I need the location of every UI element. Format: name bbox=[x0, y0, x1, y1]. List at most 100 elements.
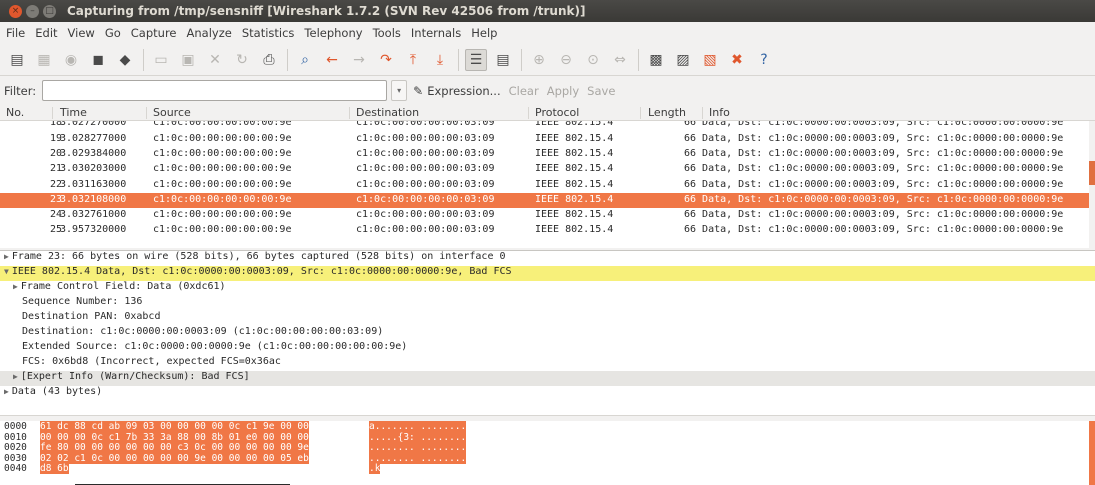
packet-row[interactable]: 22 3.031163000 c1:0c:00:00:00:00:00:9e c1:0… bbox=[0, 178, 1095, 193]
display-filters-icon[interactable]: ▨ bbox=[672, 49, 694, 71]
packet-row[interactable]: 23 3.032108000 c1:0c:00:00:00:00:00:9e c1:0… bbox=[0, 192, 1095, 208]
hex-bytes[interactable]: 02 02 c1 0c 00 00 00 00 00 9e 00 00 00 0… bbox=[40, 452, 309, 464]
preferences-icon[interactable]: ✖ bbox=[726, 49, 748, 71]
hex-row[interactable]: 0000 61 dc 88 cd ab 09 03 00 00 00 00 0c … bbox=[0, 421, 1095, 432]
packet-row[interactable]: 21 3.030203000 c1:0c:00:00:00:00:00:9e c1:0… bbox=[0, 162, 1095, 177]
expression-button[interactable]: Expression... bbox=[427, 84, 500, 98]
detail-tree-item[interactable]: ▶ Data (43 bytes) bbox=[0, 386, 1095, 401]
hex-ascii[interactable]: .k bbox=[369, 463, 381, 475]
go-back-icon[interactable]: ← bbox=[321, 49, 343, 71]
menu-analyze[interactable]: Analyze bbox=[187, 26, 232, 40]
collapse-arrow-icon[interactable]: ▼ bbox=[4, 267, 9, 276]
close-file-icon[interactable]: ✕ bbox=[204, 49, 226, 71]
column-header-info[interactable]: Info bbox=[709, 106, 730, 119]
normal-size-icon[interactable]: ⊙ bbox=[582, 49, 604, 71]
hex-bytes[interactable]: d8 6b bbox=[40, 463, 69, 475]
scrollbar-thumb[interactable] bbox=[1089, 161, 1095, 185]
menu-help[interactable]: Help bbox=[471, 26, 497, 40]
packet-row[interactable]: 19 3.028277000 c1:0c:00:00:00:00:00:9e c1:0… bbox=[0, 132, 1095, 147]
go-to-packet-icon[interactable]: ↷ bbox=[375, 49, 397, 71]
apply-button[interactable]: Apply bbox=[547, 84, 579, 98]
column-header-time[interactable]: Time bbox=[60, 106, 87, 119]
minimize-window-button[interactable]: – bbox=[26, 4, 39, 18]
packet-row[interactable]: 20 3.029384000 c1:0c:00:00:00:00:00:9e c1:0… bbox=[0, 147, 1095, 162]
interface-list-icon[interactable]: ▤ bbox=[6, 49, 28, 71]
print-icon[interactable]: ⎙ bbox=[258, 49, 280, 71]
expand-arrow-icon[interactable]: ▶ bbox=[13, 372, 18, 381]
go-first-icon[interactable]: ⤒ bbox=[402, 49, 424, 71]
go-forward-icon[interactable]: → bbox=[348, 49, 370, 71]
zoom-out-icon[interactable]: ⊖ bbox=[555, 49, 577, 71]
close-window-button[interactable]: × bbox=[9, 4, 22, 18]
capture-filters-icon[interactable]: ▩ bbox=[645, 49, 667, 71]
filter-input[interactable] bbox=[42, 80, 388, 101]
detail-tree-item[interactable]: Sequence Number: 136 bbox=[0, 296, 1095, 311]
start-capture-icon[interactable]: ◉ bbox=[60, 49, 82, 71]
column-header-no[interactable]: No. bbox=[6, 106, 24, 119]
packet-details-pane: ▶ Frame 23: 66 bytes on wire (528 bits), … bbox=[0, 250, 1095, 415]
find-packet-icon[interactable]: ⌕ bbox=[294, 49, 316, 71]
packet-list-scrollbar[interactable] bbox=[1089, 121, 1095, 248]
menu-statistics[interactable]: Statistics bbox=[242, 26, 295, 40]
column-header-source[interactable]: Source bbox=[153, 106, 191, 119]
clear-button[interactable]: Clear bbox=[509, 84, 539, 98]
expand-arrow-icon[interactable]: ▶ bbox=[13, 282, 18, 291]
column-header-length[interactable]: Length bbox=[648, 106, 686, 119]
save-file-icon[interactable]: ▣ bbox=[177, 49, 199, 71]
expression-icon[interactable]: ✎ bbox=[413, 84, 423, 98]
hex-bytes[interactable]: 00 00 00 0c c1 7b 33 3a 88 00 8b 01 e0 0… bbox=[40, 431, 309, 443]
menu-telephony[interactable]: Telephony bbox=[304, 26, 362, 40]
detail-tree-item[interactable]: Destination: c1:0c:0000:00:0003:09 (c1:0… bbox=[0, 326, 1095, 341]
detail-tree-item[interactable]: ▶ [Expert Info (Warn/Checksum): Bad FCS] bbox=[0, 371, 1095, 386]
menu-go[interactable]: Go bbox=[105, 26, 121, 40]
menu-edit[interactable]: Edit bbox=[35, 26, 57, 40]
capture-options-icon[interactable]: ▦ bbox=[33, 49, 55, 71]
hex-bytes[interactable]: fe 80 00 00 00 00 00 00 c3 0c 00 00 00 0… bbox=[40, 442, 309, 454]
autoscroll-icon[interactable]: ▤ bbox=[492, 49, 514, 71]
help-icon[interactable]: ? bbox=[753, 49, 775, 71]
detail-tree-item[interactable]: ▼ IEEE 802.15.4 Data, Dst: c1:0c:0000:00:… bbox=[0, 266, 1095, 281]
column-header-protocol[interactable]: Protocol bbox=[535, 106, 579, 119]
detail-tree-item[interactable]: ▶ Frame Control Field: Data (0xdc61) bbox=[0, 281, 1095, 296]
menu-file[interactable]: File bbox=[6, 26, 25, 40]
packet-row[interactable]: 25 3.957320000 c1:0c:00:00:00:00:00:9e c1:0… bbox=[0, 223, 1095, 238]
go-last-icon[interactable]: ⤓ bbox=[429, 49, 451, 71]
detail-tree-item[interactable]: ▶ Frame 23: 66 bytes on wire (528 bits), … bbox=[0, 251, 1095, 266]
hex-bytes[interactable]: 61 dc 88 cd ab 09 03 00 00 00 00 0c c1 9… bbox=[40, 421, 309, 432]
hex-ascii[interactable]: a....... ........ bbox=[369, 421, 467, 432]
hex-ascii[interactable]: .....{3: ........ bbox=[369, 431, 467, 443]
save-filter-button[interactable]: Save bbox=[587, 84, 615, 98]
packet-row[interactable]: 18 3.027270000 c1:0c:00:00:00:00:00:9e c1:0… bbox=[0, 121, 1095, 132]
reload-icon[interactable]: ↻ bbox=[231, 49, 253, 71]
packet-cell-time: 3.032108000 bbox=[60, 193, 127, 205]
column-header-destination[interactable]: Destination bbox=[356, 106, 419, 119]
packet-cell-info: 66 Data, Dst: c1:0c:0000:00:0003:09, Src… bbox=[684, 121, 1064, 128]
restart-capture-icon[interactable]: ◆ bbox=[114, 49, 136, 71]
open-file-icon[interactable]: ▭ bbox=[150, 49, 172, 71]
hex-ascii[interactable]: ........ ........ bbox=[369, 442, 467, 454]
detail-tree-item[interactable]: Extended Source: c1:0c:0000:00:0000:9e (… bbox=[0, 341, 1095, 356]
hex-row[interactable]: 0010 00 00 00 0c c1 7b 33 3a 88 00 8b 01 … bbox=[0, 431, 1095, 443]
maximize-window-button[interactable]: □ bbox=[43, 4, 56, 18]
stop-capture-icon[interactable]: ◼ bbox=[87, 49, 109, 71]
detail-tree-item[interactable]: Destination PAN: 0xabcd bbox=[0, 311, 1095, 326]
coloring-rules-icon[interactable]: ▧ bbox=[699, 49, 721, 71]
menu-capture[interactable]: Capture bbox=[131, 26, 177, 40]
colorize-icon[interactable]: ☰ bbox=[465, 48, 487, 71]
menu-tools[interactable]: Tools bbox=[373, 26, 401, 40]
hex-row[interactable]: 0030 02 02 c1 0c 00 00 00 00 00 9e 00 00 … bbox=[0, 452, 1095, 464]
resize-columns-icon[interactable]: ⇔ bbox=[609, 49, 631, 71]
packet-row[interactable]: 24 3.032761000 c1:0c:00:00:00:00:00:9e c1:0… bbox=[0, 208, 1095, 223]
hex-row[interactable]: 0040 d8 6b .k bbox=[0, 463, 1095, 475]
packet-cell-info: 66 Data, Dst: c1:0c:0000:00:0003:09, Src… bbox=[684, 148, 1064, 160]
packet-cell-protocol: IEEE 802.15.4 bbox=[535, 193, 614, 205]
zoom-in-icon[interactable]: ⊕ bbox=[528, 49, 550, 71]
menu-internals[interactable]: Internals bbox=[411, 26, 461, 40]
expand-arrow-icon[interactable]: ▶ bbox=[4, 387, 9, 396]
menu-view[interactable]: View bbox=[68, 26, 95, 40]
hex-ascii[interactable]: ........ ........ bbox=[369, 452, 467, 464]
hex-row[interactable]: 0020 fe 80 00 00 00 00 00 00 c3 0c 00 00 … bbox=[0, 442, 1095, 454]
detail-tree-item[interactable]: FCS: 0x6bd8 (Incorrect, expected FCS=0x3… bbox=[0, 356, 1095, 371]
filter-history-dropdown[interactable]: ▾ bbox=[391, 80, 408, 101]
expand-arrow-icon[interactable]: ▶ bbox=[4, 252, 9, 261]
